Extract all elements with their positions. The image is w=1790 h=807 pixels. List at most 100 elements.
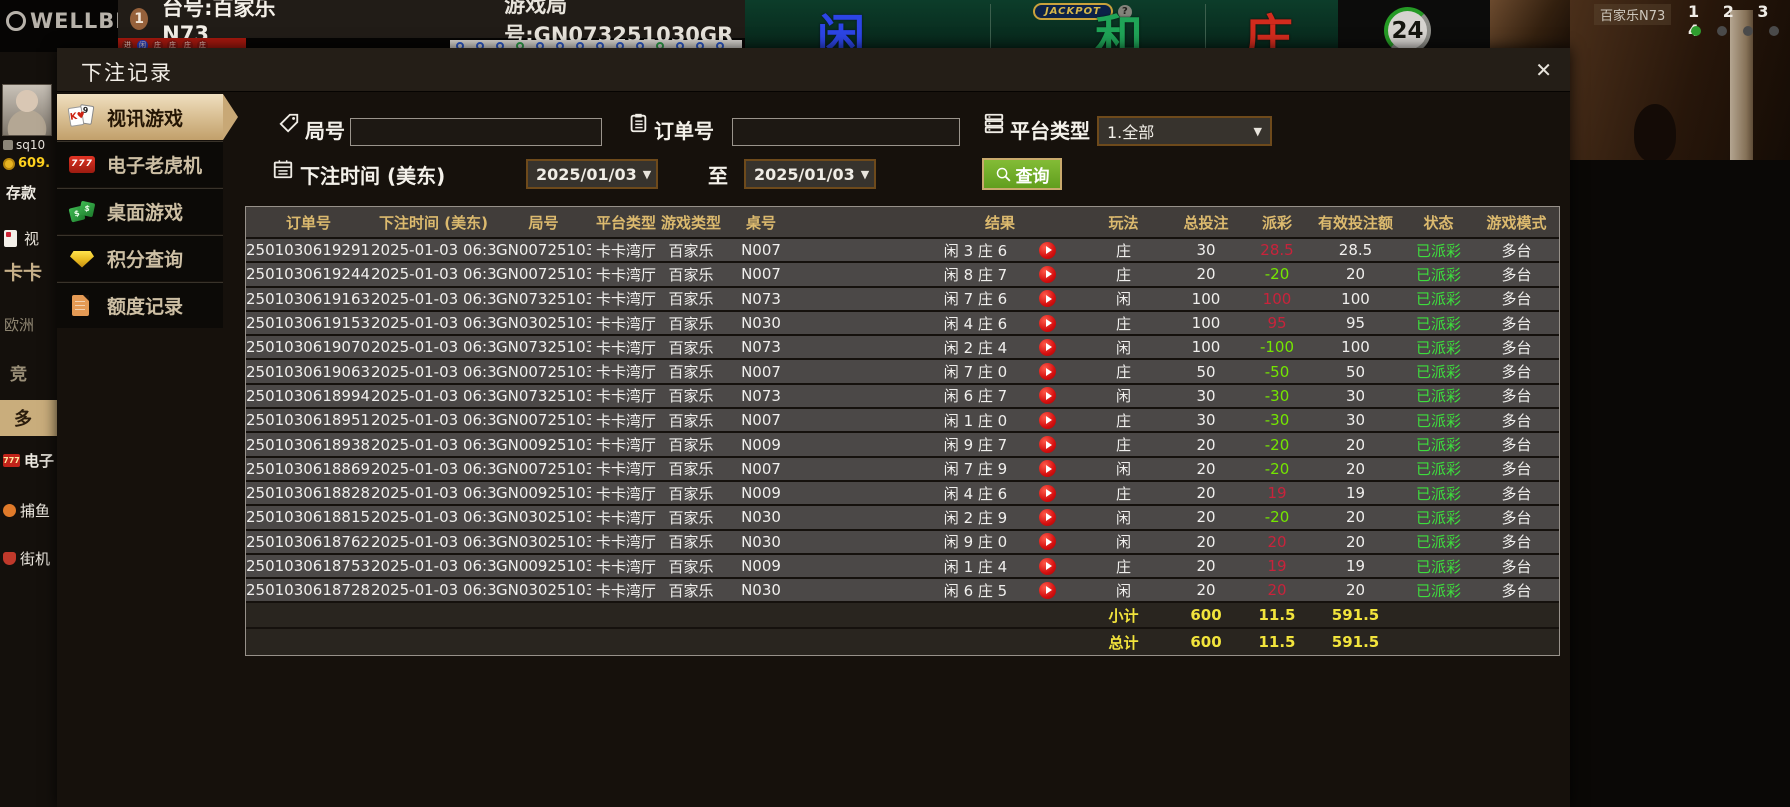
cell-table-number: N030 xyxy=(741,508,781,527)
sidebar-item-fishing[interactable]: 捕鱼 xyxy=(3,500,50,521)
cell-total-bet: 20 xyxy=(1196,508,1216,527)
cell-game-type: 百家乐 xyxy=(668,581,714,600)
avatar[interactable] xyxy=(2,84,52,136)
cell-payout: 28.5 xyxy=(1260,241,1294,260)
cell-total-bet: 100 xyxy=(1191,314,1221,333)
cell-table-number: N030 xyxy=(741,532,781,551)
cell-result: 闲 6 庄 5 xyxy=(801,580,1081,601)
col-header: 有效投注额 xyxy=(1317,213,1393,232)
platform-icon xyxy=(984,113,1004,134)
cell-platform: 卡卡湾厅 xyxy=(595,338,656,357)
replay-play-icon[interactable] xyxy=(1039,581,1057,599)
grand-total-payout: 11.5 xyxy=(1258,633,1296,652)
cell-bet-time: 2025-01-03 06:32:17 xyxy=(371,459,496,478)
date-from-select[interactable]: 2025/01/03 ▼ xyxy=(526,159,658,189)
replay-play-icon[interactable] xyxy=(1039,508,1057,526)
col-header: 状态 xyxy=(1423,213,1454,232)
sidebar-item-arcade[interactable]: 街机 xyxy=(3,548,50,569)
tab-video-games-label: 视讯游戏 xyxy=(107,107,184,130)
subtotal-label: 小计 xyxy=(1108,606,1139,625)
tab-quota-records[interactable]: 额度记录 xyxy=(57,282,223,328)
replay-play-icon[interactable] xyxy=(1039,533,1057,551)
bet-banker-spot[interactable]: 庄 xyxy=(1245,14,1293,52)
bet-time-filter-label: 下注时间 (美东) xyxy=(300,164,446,188)
cell-game-type: 百家乐 xyxy=(668,387,714,406)
live-video-feed[interactable]: 百家乐N73 1 2 3 4 xyxy=(1570,0,1790,160)
cell-total-bet: 20 xyxy=(1196,581,1216,600)
replay-play-icon[interactable] xyxy=(1039,484,1057,502)
replay-play-icon[interactable] xyxy=(1039,290,1057,308)
cell-table-number: N007 xyxy=(741,362,781,381)
table-number-badge: 1 xyxy=(130,8,149,30)
status-badge: 已派彩 xyxy=(1415,290,1461,309)
tab-points[interactable]: 积分查询 xyxy=(57,235,223,281)
replay-play-icon[interactable] xyxy=(1039,436,1057,454)
tab-video-games[interactable]: 9 K♥ 视讯游戏 xyxy=(57,94,238,140)
cell-table-number: N073 xyxy=(741,289,781,308)
status-badge: 已派彩 xyxy=(1415,533,1461,552)
cell-play-type: 庄 xyxy=(1115,557,1131,576)
cell-payout: -20 xyxy=(1264,265,1290,284)
col-header: 派彩 xyxy=(1261,213,1292,232)
cell-bet-time: 2025-01-03 06:32:54 xyxy=(371,411,496,430)
sidebar-item-slots[interactable]: 777 电子 xyxy=(3,450,54,471)
search-button[interactable]: 查询 xyxy=(982,158,1062,190)
cell-table-number: N030 xyxy=(741,314,781,333)
tab-table-games[interactable]: $ $ 桌面游戏 xyxy=(57,188,223,234)
replay-play-icon[interactable] xyxy=(1039,557,1057,575)
cell-platform: 卡卡湾厅 xyxy=(595,387,656,406)
result-text: 闲 2 庄 9 xyxy=(943,508,1008,527)
col-header: 游戏类型 xyxy=(661,213,721,232)
cell-game-mode: 多台 xyxy=(1501,557,1532,576)
baccarat-bet-area: 闲 JACKPOT ? 和 庄 xyxy=(745,0,1338,52)
cell-round-id: GN007251030FB xyxy=(496,241,591,260)
replay-play-icon[interactable] xyxy=(1039,411,1057,429)
sidebar-item-sports[interactable]: 竞 xyxy=(10,360,27,385)
deposit-button[interactable]: 存款 xyxy=(6,182,36,203)
date-to-select[interactable]: 2025/01/03 ▼ xyxy=(744,159,876,189)
camera-dots[interactable] xyxy=(1691,26,1779,36)
result-text: 闲 3 庄 6 xyxy=(943,241,1008,260)
platform-select[interactable]: 1.全部 ▼ xyxy=(1097,116,1272,146)
order-input[interactable] xyxy=(732,118,960,146)
replay-play-icon[interactable] xyxy=(1039,460,1057,478)
cell-round-id: GN073251030GN xyxy=(496,338,591,357)
cell-valid-bet: 30 xyxy=(1345,386,1366,405)
chevron-down-icon: ▼ xyxy=(642,167,652,181)
cell-order-number: 250103061882849 xyxy=(246,484,371,503)
status-badge: 已派彩 xyxy=(1415,581,1461,600)
replay-play-icon[interactable] xyxy=(1039,363,1057,381)
tab-slots[interactable]: 777 电子老虎机 xyxy=(57,141,223,187)
replay-play-icon[interactable] xyxy=(1039,265,1057,283)
divider xyxy=(1205,4,1206,52)
bet-tie-spot[interactable]: 和 xyxy=(1095,14,1143,52)
user-icon xyxy=(3,140,13,150)
replay-play-icon[interactable] xyxy=(1039,241,1057,259)
camera-dot-icon[interactable] xyxy=(1743,26,1753,36)
sidebar-item-brand[interactable]: 卡卡 xyxy=(4,258,42,285)
modal-tabs: 9 K♥ 视讯游戏 777 电子老虎机 $ $ 桌面游戏 积分查询 额度记录 xyxy=(57,94,238,329)
cell-valid-bet: 95 xyxy=(1345,314,1366,333)
sidebar-item-multi-active[interactable]: 多 xyxy=(0,400,57,436)
grand-total-total: 600 xyxy=(1190,633,1222,652)
replay-play-icon[interactable] xyxy=(1039,387,1057,405)
cell-result: 闲 8 庄 7 xyxy=(801,264,1081,285)
camera-dot-icon[interactable] xyxy=(1691,26,1701,36)
replay-play-icon[interactable] xyxy=(1039,314,1057,332)
bet-player-spot[interactable]: 闲 xyxy=(817,14,865,52)
cell-order-number: 250103061895150 xyxy=(246,411,371,430)
round-input[interactable] xyxy=(350,118,602,146)
table-row: 250103061916376 2025-01-03 06:34:37 GN07… xyxy=(246,287,1559,312)
table-row: 250103061929117 2025-01-03 06:35:43 GN00… xyxy=(246,239,1559,264)
close-icon[interactable]: ✕ xyxy=(1535,58,1552,82)
cell-platform: 卡卡湾厅 xyxy=(595,241,656,260)
date-to-value: 2025/01/03 xyxy=(754,164,855,184)
platform-filter-label: 平台类型 xyxy=(1010,119,1090,143)
cell-round-id: GN030251030LU xyxy=(496,581,591,600)
cell-bet-time: 2025-01-03 06:31:07 xyxy=(371,581,496,600)
replay-play-icon[interactable] xyxy=(1039,338,1057,356)
sidebar-item-europe[interactable]: 欧洲 xyxy=(4,314,34,335)
camera-dot-icon[interactable] xyxy=(1717,26,1727,36)
sidebar-item-video[interactable]: 视 xyxy=(4,228,39,249)
camera-dot-icon[interactable] xyxy=(1769,26,1779,36)
